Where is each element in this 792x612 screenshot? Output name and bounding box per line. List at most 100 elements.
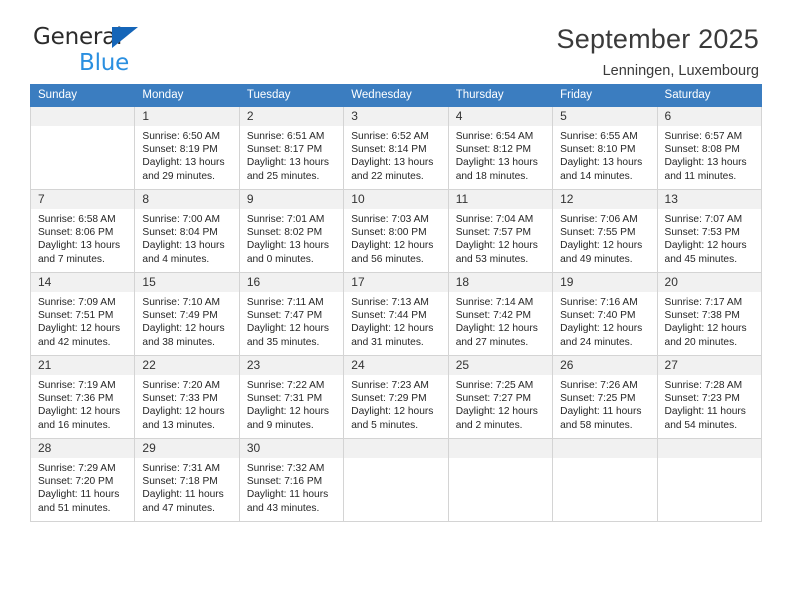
day-details: Sunrise: 7:19 AM Sunset: 7:36 PM Daylight:… — [31, 375, 134, 432]
calendar-day-cell[interactable]: 12 Sunrise: 7:06 AM Sunset: 7:55 PM Dayligh… — [552, 189, 658, 273]
calendar-day-cell[interactable]: 25 Sunrise: 7:25 AM Sunset: 7:27 PM Dayligh… — [447, 355, 554, 439]
daylight-text-line1: Daylight: 13 hours — [560, 157, 643, 169]
daylight-text-line1: Daylight: 13 hours — [38, 240, 121, 252]
calendar-day-cell[interactable]: 9 Sunrise: 7:01 AM Sunset: 8:02 PM Daylight… — [238, 189, 345, 273]
day-number: 30 — [239, 439, 344, 458]
calendar-day-cell-empty — [656, 438, 763, 522]
generalblue-logo[interactable]: General Blue — [33, 26, 203, 78]
calendar-page: General Blue September 2025 Lenningen, L… — [0, 0, 792, 612]
day-details: Sunrise: 7:16 AM Sunset: 7:40 PM Daylight:… — [553, 292, 656, 349]
day-details: Sunrise: 7:23 AM Sunset: 7:29 PM Daylight:… — [344, 375, 447, 432]
calendar-day-cell[interactable]: 14 Sunrise: 7:09 AM Sunset: 7:51 PM Dayligh… — [29, 272, 136, 356]
calendar-day-cell[interactable]: 13 Sunrise: 7:07 AM Sunset: 7:53 PM Dayligh… — [656, 189, 763, 273]
calendar-day-cell[interactable]: 3 Sunrise: 6:52 AM Sunset: 8:14 PM Daylight… — [343, 106, 449, 190]
day-number: 16 — [239, 273, 344, 292]
sunrise-text: Sunrise: 7:00 AM — [142, 214, 221, 225]
calendar-day-cell[interactable]: 10 Sunrise: 7:03 AM Sunset: 8:00 PM Dayligh… — [343, 189, 449, 273]
daylight-text-line2: and 13 minutes. — [142, 419, 215, 431]
daylight-text-line1: Daylight: 11 hours — [664, 406, 746, 418]
calendar-day-cell[interactable]: 18 Sunrise: 7:14 AM Sunset: 7:42 PM Dayligh… — [447, 272, 554, 356]
daylight-text-line1: Daylight: 12 hours — [455, 406, 538, 418]
calendar-week-row: 14 Sunrise: 7:09 AM Sunset: 7:51 PM Dayligh… — [29, 272, 763, 356]
calendar-day-cell[interactable]: 17 Sunrise: 7:13 AM Sunset: 7:44 PM Dayligh… — [343, 272, 449, 356]
daylight-text-line1: Daylight: 11 hours — [38, 489, 120, 501]
calendar-day-cell[interactable]: 2 Sunrise: 6:51 AM Sunset: 8:17 PM Daylight… — [238, 106, 345, 190]
sunset-text: Sunset: 8:02 PM — [246, 227, 323, 239]
day-number — [553, 439, 657, 458]
calendar-day-cell[interactable]: 20 Sunrise: 7:17 AM Sunset: 7:38 PM Dayligh… — [656, 272, 763, 356]
day-details: Sunrise: 7:29 AM Sunset: 7:20 PM Daylight:… — [31, 458, 134, 515]
day-details: Sunrise: 7:17 AM Sunset: 7:38 PM Daylight:… — [658, 292, 761, 349]
weekday-header-friday: Friday — [552, 84, 658, 107]
calendar-day-cell[interactable]: 4 Sunrise: 6:54 AM Sunset: 8:12 PM Daylight… — [447, 106, 554, 190]
sunset-text: Sunset: 7:47 PM — [246, 310, 323, 322]
daylight-text-line2: and 27 minutes. — [455, 336, 529, 348]
sunset-text: Sunset: 7:25 PM — [560, 393, 636, 405]
calendar-day-cell[interactable]: 26 Sunrise: 7:26 AM Sunset: 7:25 PM Dayligh… — [552, 355, 658, 439]
day-number: 9 — [239, 190, 344, 209]
sunrise-text: Sunrise: 7:32 AM — [246, 463, 325, 474]
daylight-text-line1: Daylight: 12 hours — [560, 323, 643, 335]
day-details: Sunrise: 7:25 AM Sunset: 7:27 PM Daylight:… — [449, 375, 552, 432]
page-header: General Blue September 2025 Lenningen, L… — [30, 0, 762, 79]
day-details: Sunrise: 7:22 AM Sunset: 7:31 PM Daylight:… — [240, 375, 343, 432]
calendar-day-cell[interactable]: 22 Sunrise: 7:20 AM Sunset: 7:33 PM Dayligh… — [134, 355, 240, 439]
daylight-text-line2: and 54 minutes. — [664, 419, 738, 431]
day-details: Sunrise: 7:28 AM Sunset: 7:23 PM Daylight:… — [658, 375, 761, 432]
calendar-day-cell[interactable]: 8 Sunrise: 7:00 AM Sunset: 8:04 PM Daylight… — [134, 189, 240, 273]
calendar-day-cell[interactable]: 15 Sunrise: 7:10 AM Sunset: 7:49 PM Dayligh… — [134, 272, 240, 356]
calendar-day-cell[interactable]: 30 Sunrise: 7:32 AM Sunset: 7:16 PM Dayligh… — [238, 438, 345, 522]
sunset-text: Sunset: 7:57 PM — [455, 227, 532, 239]
calendar-day-cell[interactable]: 7 Sunrise: 6:58 AM Sunset: 8:06 PM Daylight… — [29, 189, 136, 273]
day-number: 25 — [448, 356, 553, 375]
daylight-text-line2: and 29 minutes. — [142, 170, 215, 182]
day-number — [31, 107, 135, 126]
daylight-text-line1: Daylight: 13 hours — [142, 157, 225, 169]
sunrise-text: Sunrise: 6:58 AM — [38, 214, 116, 225]
day-details: Sunrise: 7:04 AM Sunset: 7:57 PM Daylight:… — [449, 209, 552, 266]
day-number: 11 — [448, 190, 553, 209]
calendar-day-cell[interactable]: 28 Sunrise: 7:29 AM Sunset: 7:20 PM Dayligh… — [29, 438, 136, 522]
page-subtitle: Lenningen, Luxembourg — [602, 63, 759, 79]
calendar-day-cell[interactable]: 19 Sunrise: 7:16 AM Sunset: 7:40 PM Dayligh… — [552, 272, 658, 356]
calendar-day-cell-empty — [29, 106, 136, 190]
sunrise-text: Sunrise: 7:17 AM — [664, 297, 743, 308]
day-number: 24 — [344, 356, 448, 375]
calendar-day-cell[interactable]: 21 Sunrise: 7:19 AM Sunset: 7:36 PM Dayligh… — [29, 355, 136, 439]
day-number — [344, 439, 448, 458]
daylight-text-line1: Daylight: 13 hours — [455, 157, 538, 169]
logo-general-label: General — [33, 24, 123, 50]
calendar-day-cell[interactable]: 16 Sunrise: 7:11 AM Sunset: 7:47 PM Dayligh… — [238, 272, 345, 356]
daylight-text-line2: and 53 minutes. — [455, 253, 529, 265]
day-number: 8 — [135, 190, 239, 209]
calendar-day-cell[interactable]: 24 Sunrise: 7:23 AM Sunset: 7:29 PM Dayligh… — [343, 355, 449, 439]
sunset-text: Sunset: 7:51 PM — [38, 310, 114, 322]
sunrise-text: Sunrise: 7:04 AM — [455, 214, 534, 225]
day-details: Sunrise: 7:13 AM Sunset: 7:44 PM Daylight:… — [344, 292, 447, 349]
sunrise-text: Sunrise: 6:55 AM — [560, 131, 638, 142]
sunset-text: Sunset: 7:42 PM — [455, 310, 532, 322]
sunrise-text: Sunrise: 7:10 AM — [142, 297, 221, 308]
calendar-day-cell[interactable]: 6 Sunrise: 6:57 AM Sunset: 8:08 PM Daylight… — [656, 106, 763, 190]
daylight-text-line1: Daylight: 12 hours — [38, 323, 121, 335]
calendar-day-cell[interactable]: 27 Sunrise: 7:28 AM Sunset: 7:23 PM Dayligh… — [656, 355, 763, 439]
calendar-day-cell[interactable]: 11 Sunrise: 7:04 AM Sunset: 7:57 PM Dayligh… — [447, 189, 554, 273]
logo-blue-label: Blue — [79, 50, 130, 76]
calendar-day-cell[interactable]: 23 Sunrise: 7:22 AM Sunset: 7:31 PM Dayligh… — [238, 355, 345, 439]
daylight-text-line1: Daylight: 13 hours — [664, 157, 747, 169]
sunset-text: Sunset: 8:10 PM — [560, 144, 636, 156]
sunrise-text: Sunrise: 7:20 AM — [142, 380, 221, 391]
sunrise-text: Sunrise: 6:57 AM — [664, 131, 743, 142]
weekday-header-saturday: Saturday — [656, 84, 763, 107]
calendar-day-cell[interactable]: 1 Sunrise: 6:50 AM Sunset: 8:19 PM Daylight… — [134, 106, 240, 190]
weekday-header-sunday: Sunday — [29, 84, 136, 107]
day-number: 14 — [31, 273, 135, 292]
day-details: Sunrise: 7:31 AM Sunset: 7:18 PM Daylight:… — [135, 458, 238, 515]
daylight-text-line2: and 24 minutes. — [560, 336, 633, 348]
daylight-text-line2: and 38 minutes. — [142, 336, 215, 348]
daylight-text-line2: and 45 minutes. — [664, 253, 738, 265]
day-number: 1 — [135, 107, 239, 126]
calendar-day-cell[interactable]: 29 Sunrise: 7:31 AM Sunset: 7:18 PM Dayligh… — [134, 438, 240, 522]
day-number: 19 — [553, 273, 657, 292]
calendar-day-cell[interactable]: 5 Sunrise: 6:55 AM Sunset: 8:10 PM Daylight… — [552, 106, 658, 190]
